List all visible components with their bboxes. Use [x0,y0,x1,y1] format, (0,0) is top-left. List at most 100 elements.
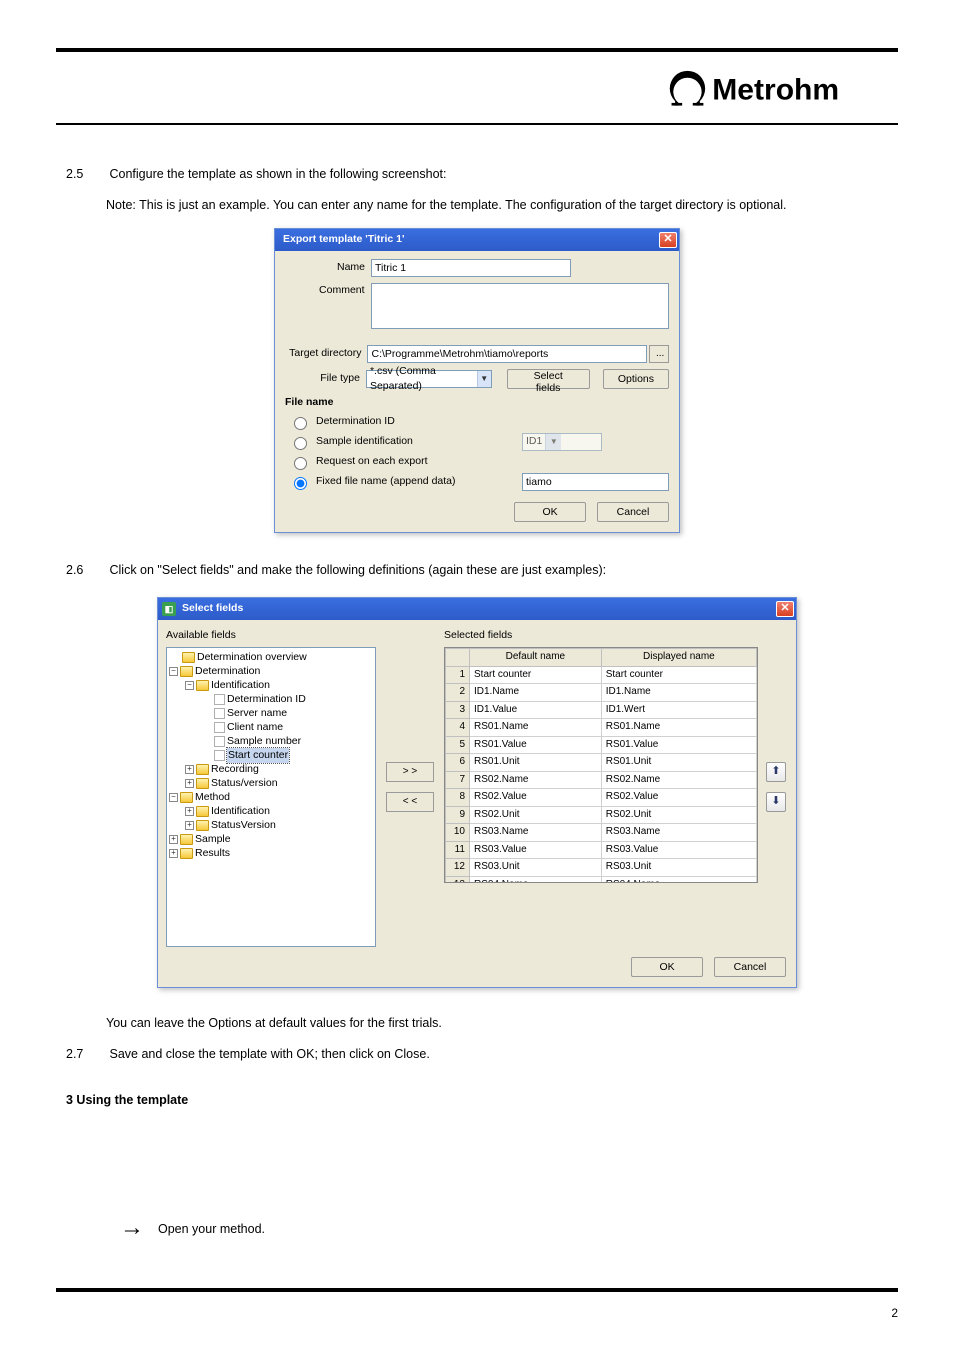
add-fields-button[interactable]: > > [386,762,434,782]
remove-fields-button[interactable]: < < [386,792,434,812]
tree-folder[interactable]: +Identification [169,804,373,818]
tree-toggle-icon[interactable]: + [169,849,178,858]
tree-leaf[interactable]: Client name [169,720,373,734]
dialog-titlebar[interactable]: ◧ Select fields ✕ [158,598,796,620]
tree-toggle-icon[interactable]: − [185,681,194,690]
label-filetype: File type [285,371,366,386]
name-input[interactable] [371,259,571,277]
document-icon [214,708,225,719]
col-default-name[interactable]: Default name [470,649,602,667]
table-row[interactable]: 7 RS02.Name RS02.Name [446,771,757,789]
close-icon[interactable]: ✕ [776,601,794,617]
tree-folder[interactable]: +Recording [169,762,373,776]
table-row[interactable]: 2 ID1.Name ID1.Name [446,684,757,702]
cancel-button[interactable]: Cancel [714,957,786,977]
tree-leaf[interactable]: Sample number [169,734,373,748]
table-row[interactable]: 4 RS01.Name RS01.Name [446,719,757,737]
folder-icon [180,848,193,859]
row-index: 3 [446,701,470,719]
tree-folder[interactable]: −Identification [169,678,373,692]
select-fields-button[interactable]: Select fields [507,369,590,389]
cell-default-name[interactable]: ID1.Value [470,701,602,719]
table-row[interactable]: 5 RS01.Value RS01.Value [446,736,757,754]
ok-button[interactable]: OK [631,957,703,977]
cell-displayed-name[interactable]: RS01.Unit [601,754,756,772]
dialog-titlebar[interactable]: Export template 'Titric 1' ✕ [275,229,679,251]
row-index: 1 [446,666,470,684]
cell-default-name[interactable]: RS03.Name [470,824,602,842]
table-row[interactable]: 3 ID1.Value ID1.Wert [446,701,757,719]
cell-displayed-name[interactable]: RS04.Name [601,876,756,883]
table-row[interactable]: 10 RS03.Name RS03.Name [446,824,757,842]
cell-displayed-name[interactable]: RS01.Value [601,736,756,754]
row-index: 13 [446,876,470,883]
table-row[interactable]: 9 RS02.Unit RS02.Unit [446,806,757,824]
tree-toggle-icon[interactable]: − [169,667,178,676]
tree-folder[interactable]: Determination overview [169,650,373,664]
filetype-combo[interactable]: *.csv (Comma Separated) ▼ [366,370,492,388]
table-row[interactable]: 1 Start counter Start counter [446,666,757,684]
fixed-filename-input[interactable] [522,473,669,491]
cell-displayed-name[interactable]: ID1.Wert [601,701,756,719]
cell-displayed-name[interactable]: RS02.Unit [601,806,756,824]
cell-displayed-name[interactable]: RS01.Name [601,719,756,737]
cell-default-name[interactable]: Start counter [470,666,602,684]
tree-toggle-icon[interactable]: + [169,835,178,844]
tree-toggle-icon[interactable]: − [169,793,178,802]
tree-leaf[interactable]: Server name [169,706,373,720]
cell-default-name[interactable]: RS01.Value [470,736,602,754]
tree-folder[interactable]: −Method [169,790,373,804]
tree-toggle-icon[interactable]: + [185,821,194,830]
cell-displayed-name[interactable]: RS03.Value [601,841,756,859]
cell-displayed-name[interactable]: RS03.Name [601,824,756,842]
move-up-button[interactable]: ⬆ [766,762,786,782]
tree-folder[interactable]: − Determination [169,664,373,678]
tree-folder[interactable]: +Results [169,846,373,860]
cell-displayed-name[interactable]: RS03.Unit [601,859,756,877]
cell-default-name[interactable]: ID1.Name [470,684,602,702]
available-fields-label: Available fields [166,628,376,643]
cell-default-name[interactable]: RS04.Name [470,876,602,883]
cell-default-name[interactable]: RS02.Unit [470,806,602,824]
radio-request-each-export[interactable] [294,457,307,470]
cell-displayed-name[interactable]: ID1.Name [601,684,756,702]
browse-button[interactable]: ... [649,345,669,363]
cell-default-name[interactable]: RS01.Name [470,719,602,737]
table-row[interactable]: 8 RS02.Value RS02.Value [446,789,757,807]
table-row[interactable]: 6 RS01.Unit RS01.Unit [446,754,757,772]
radio-sample-identification[interactable] [294,437,307,450]
comment-input[interactable] [371,283,669,329]
table-row[interactable]: 13 RS04.Name RS04.Name [446,876,757,883]
radio-fixed-filename[interactable] [294,477,307,490]
cell-default-name[interactable]: RS02.Name [470,771,602,789]
tree-folder[interactable]: +Sample [169,832,373,846]
cell-displayed-name[interactable]: RS02.Value [601,789,756,807]
ok-button[interactable]: OK [514,502,586,522]
cell-default-name[interactable]: RS03.Value [470,841,602,859]
options-button[interactable]: Options [603,369,669,389]
target-directory-input[interactable] [367,345,647,363]
col-displayed-name[interactable]: Displayed name [601,649,756,667]
cancel-button[interactable]: Cancel [597,502,669,522]
radio-determination-id[interactable] [294,417,307,430]
table-row[interactable]: 12 RS03.Unit RS03.Unit [446,859,757,877]
cell-displayed-name[interactable]: RS02.Name [601,771,756,789]
tree-toggle-icon[interactable]: + [185,765,194,774]
tree-node-label: Determination [195,664,260,679]
selected-fields-table[interactable]: Default name Displayed name 1 Start coun… [444,647,758,883]
tree-folder[interactable]: +Status/version [169,776,373,790]
tree-toggle-icon[interactable]: + [185,807,194,816]
bottom-rule [56,1288,898,1292]
close-icon[interactable]: ✕ [659,232,677,248]
tree-folder[interactable]: +StatusVersion [169,818,373,832]
tree-toggle-icon[interactable]: + [185,779,194,788]
cell-default-name[interactable]: RS01.Unit [470,754,602,772]
table-row[interactable]: 11 RS03.Value RS03.Value [446,841,757,859]
cell-default-name[interactable]: RS03.Unit [470,859,602,877]
cell-default-name[interactable]: RS02.Value [470,789,602,807]
cell-displayed-name[interactable]: Start counter [601,666,756,684]
available-fields-tree[interactable]: Determination overview−Determination−Ide… [166,647,376,947]
move-down-button[interactable]: ⬇ [766,792,786,812]
tree-leaf[interactable]: Determination ID [169,692,373,706]
tree-leaf[interactable]: Start counter [169,748,373,762]
